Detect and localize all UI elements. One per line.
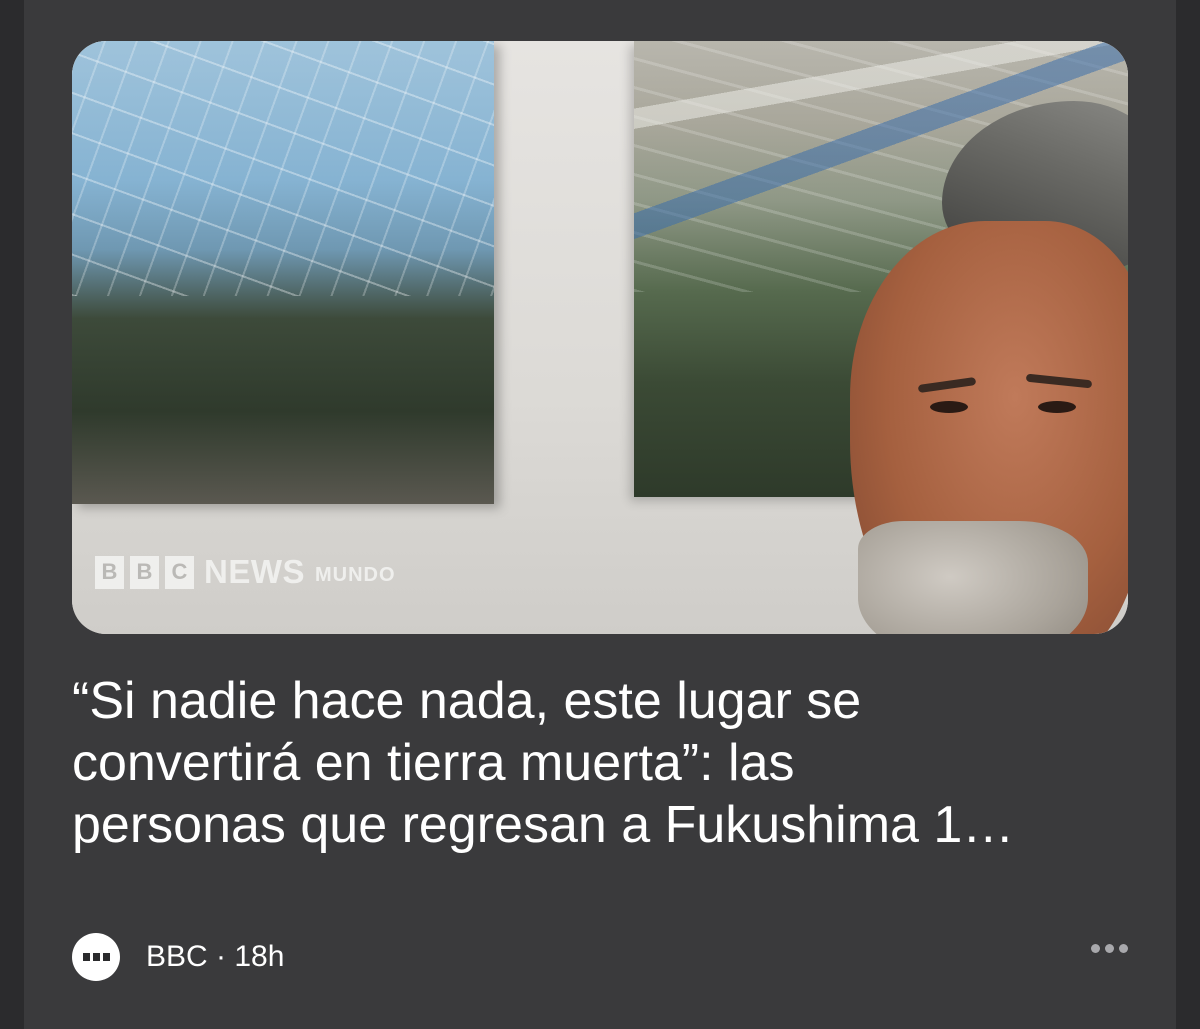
news-card[interactable]: B B C NEWS MUNDO “Si nadie hace nada, es…	[24, 0, 1176, 1029]
photo-frame-left	[72, 41, 494, 504]
publish-time: 18h	[234, 940, 285, 973]
bbc-news-mundo-logo: B B C NEWS MUNDO	[95, 553, 396, 591]
logo-box-b2: B	[130, 555, 159, 589]
logo-box-c: C	[165, 555, 194, 589]
portrait-man	[830, 101, 1128, 634]
logo-news: NEWS	[204, 553, 305, 590]
article-image[interactable]: B B C NEWS MUNDO	[72, 41, 1128, 634]
article-headline[interactable]: “Si nadie hace nada, este lugar se conve…	[72, 670, 1132, 856]
more-options-icon[interactable]	[1091, 944, 1128, 953]
logo-box-b1: B	[95, 555, 124, 589]
source-name: BBC	[146, 940, 208, 973]
bbc-avatar-icon[interactable]	[72, 933, 120, 981]
meta-separator: ·	[216, 940, 227, 973]
article-meta: BBC · 18h	[72, 932, 1128, 982]
source-label[interactable]: BBC · 18h	[146, 940, 284, 974]
logo-mundo: MUNDO	[315, 563, 396, 586]
